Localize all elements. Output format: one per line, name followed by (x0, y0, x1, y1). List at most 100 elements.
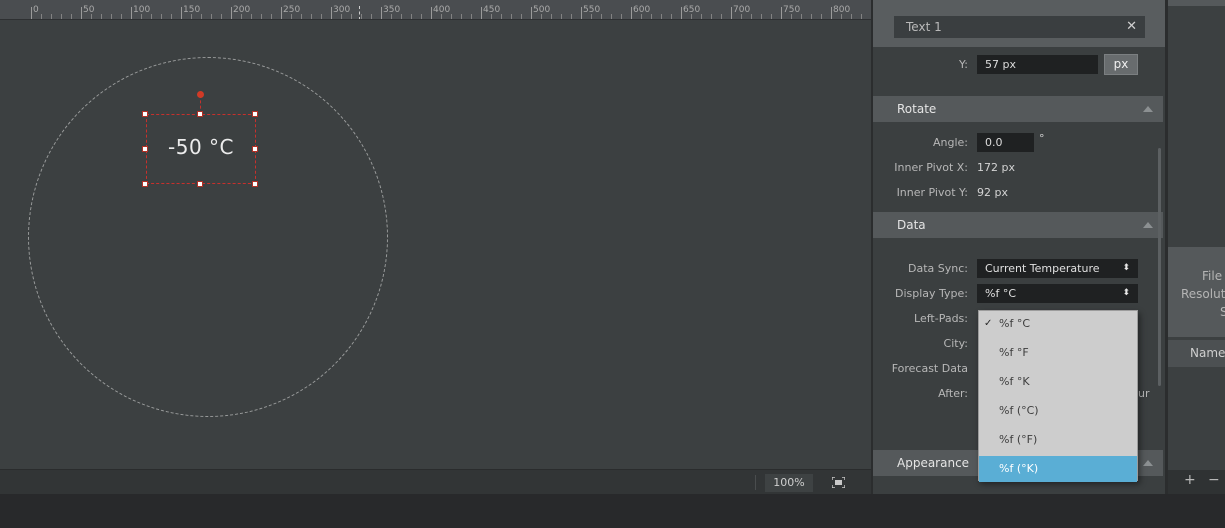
layer-name-text: Text 1 (906, 20, 942, 34)
ruler-minor-tick (741, 14, 742, 19)
angle-unit: ° (1039, 132, 1045, 145)
dropdown-option[interactable]: %f °K (979, 369, 1137, 395)
ruler-major-tick (731, 7, 732, 19)
ruler-minor-tick (391, 14, 392, 19)
dropdown-option[interactable]: %f °F (979, 340, 1137, 366)
inner-pivot-y-label: Inner Pivot Y: (896, 186, 968, 199)
ruler-minor-tick (521, 14, 522, 19)
dropdown-option-label: %f °F (999, 346, 1029, 359)
data-sync-select[interactable]: Current Temperature ⬍ (977, 259, 1138, 278)
remove-button[interactable]: − (1208, 472, 1220, 488)
city-label: City: (943, 337, 968, 350)
ruler-major-tick (381, 7, 382, 19)
inner-pivot-y-value: 92 px (977, 186, 1008, 199)
bottom-bar (0, 494, 1225, 528)
resize-handle-top-left[interactable] (142, 111, 148, 117)
ruler-minor-tick (711, 14, 712, 19)
collapse-icon[interactable] (1143, 460, 1153, 466)
ruler-minor-tick (101, 14, 102, 19)
resize-handle-bottom-right[interactable] (252, 181, 258, 187)
angle-label: Angle: (932, 136, 968, 149)
resize-handle-left[interactable] (142, 146, 148, 152)
y-unit-button[interactable]: px (1104, 54, 1138, 75)
ruler-minor-tick (311, 14, 312, 19)
ruler-minor-tick (841, 14, 842, 19)
ruler-major-tick (31, 7, 32, 19)
ruler-major-tick (81, 7, 82, 19)
ruler-minor-tick (421, 14, 422, 19)
text-layer-value: -50 °C (168, 135, 234, 159)
ruler-minor-tick (51, 14, 52, 19)
ruler-minor-tick (251, 14, 252, 19)
updown-arrows-icon: ⬍ (1122, 263, 1130, 273)
left-pads-label: Left-Pads: (914, 312, 968, 325)
collapse-icon[interactable] (1143, 222, 1153, 228)
updown-arrows-icon: ⬍ (1122, 288, 1130, 298)
ruler-cursor-marker (359, 6, 360, 19)
zoom-level-field[interactable]: 100% (765, 474, 813, 492)
dropdown-option[interactable]: %f (°C) (979, 398, 1137, 424)
data-section-header[interactable]: Data (873, 212, 1163, 238)
ruler-minor-tick (141, 14, 142, 19)
name-column-header[interactable]: Name (1168, 340, 1225, 367)
ruler-minor-tick (301, 14, 302, 19)
display-type-value: %f °C (985, 287, 1017, 300)
file-panel: File Na Resolut S Name + − (1168, 0, 1225, 494)
layer-name-field[interactable]: Text 1 ✕ (894, 16, 1145, 38)
dropdown-option[interactable]: %f (°K) (979, 456, 1137, 482)
ruler-minor-tick (411, 14, 412, 19)
ruler-minor-tick (261, 14, 262, 19)
ruler-minor-tick (591, 14, 592, 19)
ruler-major-tick (131, 7, 132, 19)
ruler-major-tick (681, 7, 682, 19)
display-type-dropdown-menu[interactable]: ✓ %f °C %f °F %f °K %f (°C) %f (°F) %f (°K) (978, 310, 1138, 482)
properties-scrollbar[interactable] (1158, 148, 1161, 386)
dropdown-option-label: %f (°C) (999, 404, 1039, 417)
dropdown-option[interactable]: %f (°F) (979, 427, 1137, 453)
ruler-major-tick (431, 7, 432, 19)
ruler-major-tick (631, 7, 632, 19)
ruler-major-tick (281, 7, 282, 19)
dropdown-option[interactable]: ✓ %f °C (979, 311, 1137, 337)
canvas-status-bar: 100% (0, 469, 871, 494)
resize-handle-top-right[interactable] (252, 111, 258, 117)
ruler-minor-tick (41, 14, 42, 19)
ruler-minor-tick (751, 14, 752, 19)
dropdown-option-label: %f °K (999, 375, 1030, 388)
ruler-minor-tick (721, 14, 722, 19)
ruler-major-tick (531, 7, 532, 19)
close-icon[interactable]: ✕ (1126, 16, 1137, 38)
ruler-tick-label: 0 (33, 5, 39, 15)
resize-handle-bottom-left[interactable] (142, 181, 148, 187)
angle-field[interactable]: 0.0 (977, 133, 1034, 152)
text-layer-selection[interactable]: -50 °C (146, 114, 256, 184)
layer-name-strip: Text 1 ✕ (873, 0, 1165, 47)
y-field[interactable]: 57 px (977, 55, 1098, 74)
canvas-area[interactable]: 0 50 100 150 200 250 300 350 400 450 500 550 600 650 7… (0, 0, 871, 494)
ruler-minor-tick (851, 14, 852, 19)
ruler-minor-tick (341, 14, 342, 19)
rotate-section-header[interactable]: Rotate (873, 96, 1163, 122)
inner-pivot-x-label: Inner Pivot X: (894, 161, 968, 174)
ruler-minor-tick (201, 14, 202, 19)
rotate-handle[interactable] (197, 91, 204, 98)
y-label: Y: (959, 58, 968, 71)
resize-handle-right[interactable] (252, 146, 258, 152)
ruler-tick-label: 50 (83, 5, 95, 15)
fit-to-screen-icon[interactable] (832, 477, 845, 488)
resize-handle-bottom[interactable] (197, 181, 203, 187)
ruler-minor-tick (371, 14, 372, 19)
ruler-minor-tick (221, 14, 222, 19)
ruler-minor-tick (441, 14, 442, 19)
ruler-minor-tick (601, 14, 602, 19)
ruler-minor-tick (511, 14, 512, 19)
add-button[interactable]: + (1184, 472, 1196, 488)
resize-handle-top[interactable] (197, 111, 203, 117)
ruler-minor-tick (121, 14, 122, 19)
collapse-icon[interactable] (1143, 106, 1153, 112)
display-type-select[interactable]: %f °C ⬍ (977, 284, 1138, 303)
ruler-major-tick (231, 7, 232, 19)
watch-face-outline (28, 57, 388, 417)
ruler-minor-tick (491, 14, 492, 19)
ruler-major-tick (481, 7, 482, 19)
